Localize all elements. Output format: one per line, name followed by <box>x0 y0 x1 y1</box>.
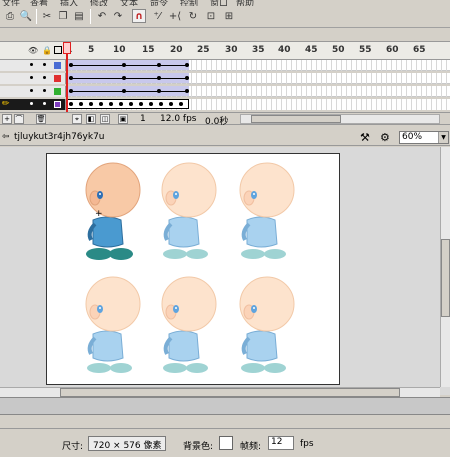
undo-icon[interactable]: ↶ <box>95 9 109 23</box>
center-frame-icon[interactable]: ⌖ <box>72 114 82 124</box>
onion-outline-icon[interactable]: ◫ <box>100 114 110 124</box>
ruler-frame-40: 40 <box>278 45 291 55</box>
ruler-frame-30: 30 <box>225 45 238 55</box>
edit-bar: ⇦ tjluykut3r4jh76yk7u ⚒ ⚙ 60% ▼ <box>0 130 450 146</box>
properties-titlebar <box>0 415 450 429</box>
elapsed-time: 0.0秒 <box>205 117 229 127</box>
ruler-frame-25: 25 <box>197 45 210 55</box>
stage-horizontal-scrollbar[interactable] <box>0 387 440 397</box>
timeline-scrollbar[interactable] <box>240 114 440 124</box>
ruler-frame-65: 65 <box>413 45 426 55</box>
ruler-frame-15: 15 <box>142 45 155 55</box>
ruler-frame-50: 50 <box>332 45 345 55</box>
scroll-thumb[interactable] <box>251 115 341 123</box>
ruler-frame-10: 10 <box>113 45 126 55</box>
lock-icon[interactable]: 🔒 <box>42 46 52 55</box>
print-preview-icon[interactable]: 🔍 <box>19 9 33 23</box>
playhead-handle[interactable] <box>63 42 71 54</box>
eye-icon[interactable]: 👁 <box>28 46 38 55</box>
redo-icon[interactable]: ↷ <box>111 9 125 23</box>
panel-divider <box>0 397 450 415</box>
pencil-icon: ✏ <box>2 99 10 109</box>
ruler-frame-35: 35 <box>252 45 265 55</box>
frame-rate-label: 帧频: <box>240 442 262 452</box>
ruler-frame-45: 45 <box>305 45 318 55</box>
frame-rate: 12.0 fps <box>160 114 197 124</box>
layer-color-swatch <box>54 88 61 95</box>
delete-layer-icon[interactable]: 🗑 <box>36 114 46 124</box>
onion-skin-icon[interactable]: ◧ <box>86 114 96 124</box>
copy-icon[interactable]: ❐ <box>56 9 70 23</box>
zoom-select[interactable]: 60% ▼ <box>399 131 449 144</box>
straighten-icon[interactable]: +⟨ <box>168 9 182 23</box>
scale-icon[interactable]: ⊡ <box>204 9 218 23</box>
frame-rate-unit: fps <box>300 439 314 449</box>
stage-vertical-scrollbar[interactable] <box>440 147 450 387</box>
outline-icon[interactable] <box>54 46 62 54</box>
edit-multiple-icon[interactable]: ▣ <box>118 114 128 124</box>
scroll-thumb[interactable] <box>60 388 400 397</box>
stage-canvas[interactable]: + <box>46 153 340 385</box>
layer-color-swatch <box>54 101 61 108</box>
timeline-titlebar <box>0 28 450 42</box>
add-layer-icon[interactable]: + <box>2 114 12 124</box>
frame-rate-input[interactable]: 12 <box>268 436 294 450</box>
baby-animation-frames: + <box>84 161 296 375</box>
print-icon[interactable]: ⎙ <box>3 9 17 23</box>
background-color-swatch[interactable] <box>219 436 233 450</box>
snap-magnet-icon[interactable]: ∩ <box>132 9 146 23</box>
timeline-status-bar: + ⌒ 🗑 ⌖ ◧ ◫ ▣ 1 12.0 fps 0.0秒 <box>0 112 450 127</box>
main-toolbar: ⎙ 🔍 ✂ ❐ ▤ ↶ ↷ ∩ ⁺⁄ +⟨ ↻ ⊡ ⊞ <box>0 6 450 28</box>
add-guide-icon[interactable]: ⌒ <box>14 114 24 124</box>
ruler-frame-5: 5 <box>88 45 95 55</box>
properties-panel: 尺寸: 720 × 576 像素 背景色: 帧频: 12 fps <box>0 429 450 457</box>
layer-color-swatch <box>54 62 61 69</box>
cut-icon[interactable]: ✂ <box>40 9 54 23</box>
scroll-thumb[interactable] <box>441 239 450 317</box>
paste-icon[interactable]: ▤ <box>72 9 86 23</box>
layer-color-swatch <box>54 75 61 82</box>
current-frame: 1 <box>140 114 146 124</box>
edit-symbol-icon[interactable]: ⚒ <box>360 131 370 144</box>
ruler-frame-55: 55 <box>359 45 372 55</box>
edit-scene-icon[interactable]: ⚙ <box>380 131 390 144</box>
ruler-frame-60: 60 <box>386 45 399 55</box>
align-icon[interactable]: ⊞ <box>222 9 236 23</box>
background-color-label: 背景色: <box>183 442 214 452</box>
document-size-button[interactable]: 720 × 576 像素 <box>88 436 167 451</box>
size-label: 尺寸: <box>62 442 84 452</box>
ruler-frame-20: 20 <box>170 45 183 55</box>
scene-icon: ⇦ <box>2 132 10 142</box>
scene-name[interactable]: tjluykut3r4jh76yk7u <box>14 132 105 142</box>
smooth-icon[interactable]: ⁺⁄ <box>150 9 164 23</box>
stage-area: + <box>0 147 450 395</box>
rotate-icon[interactable]: ↻ <box>186 9 200 23</box>
